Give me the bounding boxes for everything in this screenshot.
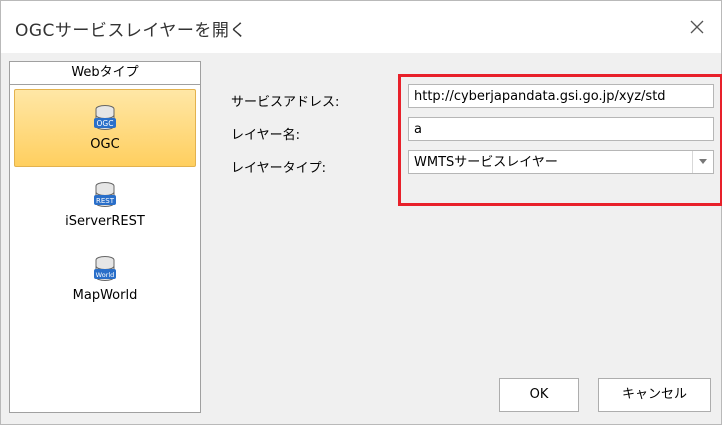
web-type-list: Webタイプ OGC OGC REST iServerREST World Ma…: [9, 61, 201, 413]
web-type-item-ogc[interactable]: OGC OGC: [14, 89, 196, 167]
web-type-header: Webタイプ: [10, 62, 200, 85]
web-type-label-iserverrest: iServerREST: [65, 214, 145, 229]
cancel-button[interactable]: キャンセル: [598, 378, 711, 412]
web-type-item-mapworld[interactable]: World MapWorld: [10, 241, 200, 315]
open-ogc-layer-dialog: OGCサービスレイヤーを開く Webタイプ OGC OGC REST iServ…: [0, 0, 722, 425]
dialog-body: Webタイプ OGC OGC REST iServerREST World Ma…: [1, 53, 721, 424]
web-type-label-mapworld: MapWorld: [72, 288, 138, 303]
close-icon: [690, 20, 704, 34]
dialog-title: OGCサービスレイヤーを開く: [15, 21, 247, 41]
chevron-down-icon[interactable]: [692, 151, 713, 173]
svg-text:OGC: OGC: [97, 119, 114, 128]
ok-button[interactable]: OK: [499, 378, 579, 412]
title-bar: OGCサービスレイヤーを開く: [1, 1, 721, 53]
layer-type-select[interactable]: WMTSサービスレイヤー: [408, 150, 714, 174]
web-type-item-iserverrest[interactable]: REST iServerREST: [10, 167, 200, 241]
layer-name-input[interactable]: a: [408, 117, 714, 141]
service-address-label: サービスアドレス:: [231, 95, 340, 110]
database-rest-icon: REST: [94, 182, 116, 207]
layer-name-label: レイヤー名:: [231, 128, 300, 143]
svg-text:REST: REST: [96, 197, 115, 205]
layer-type-value: WMTSサービスレイヤー: [414, 155, 558, 170]
database-world-icon: World: [94, 256, 116, 281]
service-address-input[interactable]: http://cyberjapandata.gsi.go.jp/xyz/std: [408, 84, 714, 108]
web-type-label-ogc: OGC: [90, 137, 120, 152]
layer-type-label: レイヤータイプ:: [231, 161, 326, 176]
close-button[interactable]: [683, 13, 711, 41]
database-ogc-icon: OGC: [94, 105, 116, 130]
svg-text:World: World: [96, 271, 115, 279]
